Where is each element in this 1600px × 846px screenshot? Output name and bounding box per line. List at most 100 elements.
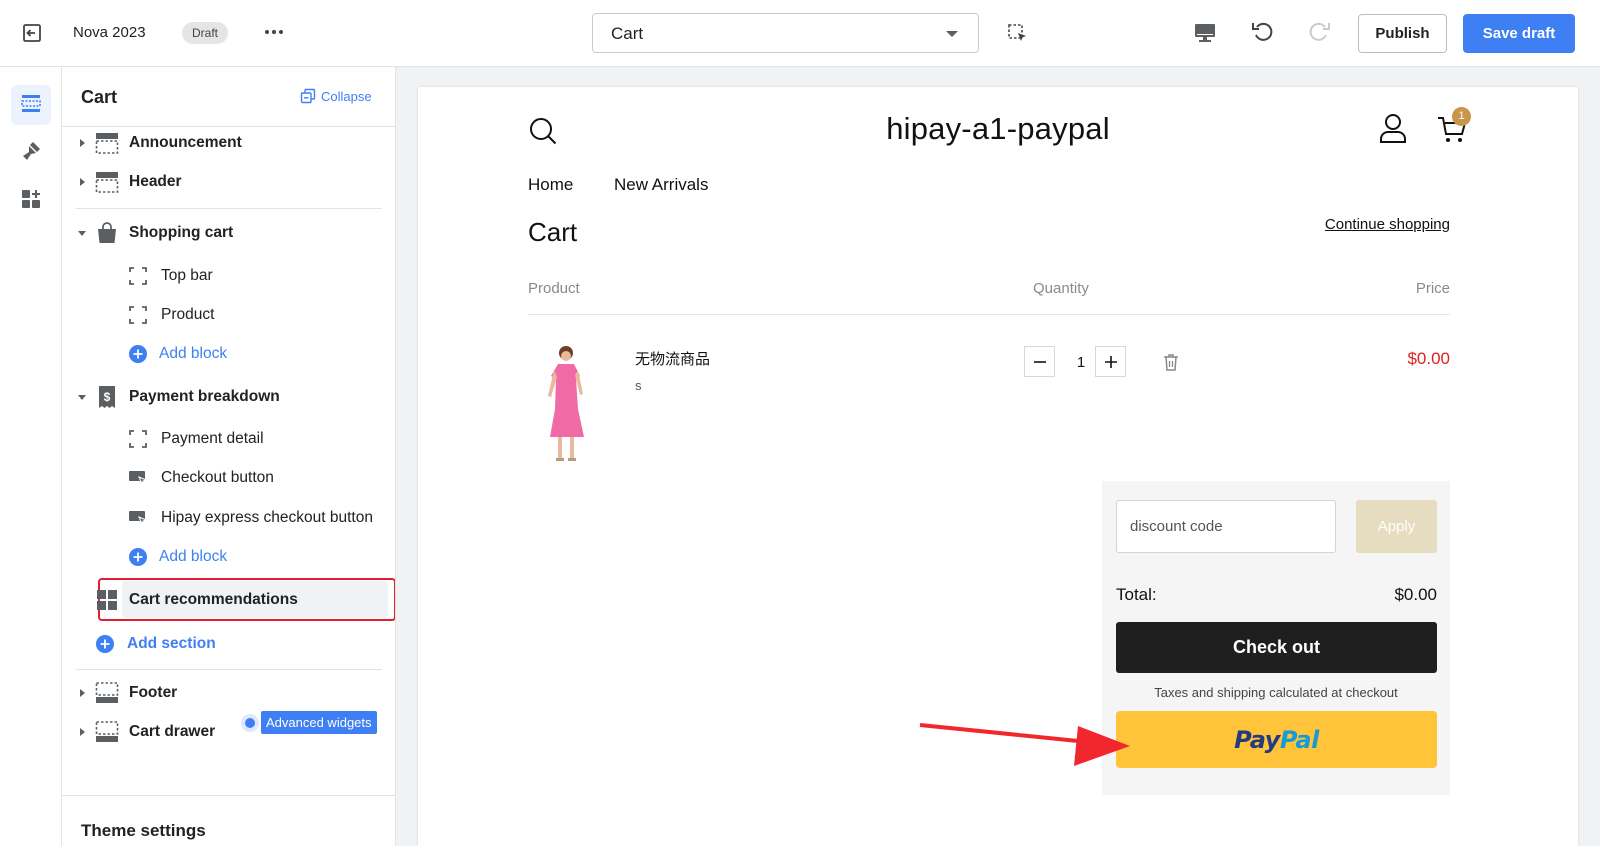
continue-shopping-link[interactable]: Continue shopping xyxy=(1325,216,1450,233)
block-label: Payment detail xyxy=(161,430,264,447)
chevron-right-icon xyxy=(80,178,85,186)
total-label: Total: xyxy=(1116,585,1157,604)
rail-sections[interactable] xyxy=(11,85,51,125)
section-label: Header xyxy=(129,173,182,190)
table-divider xyxy=(528,314,1450,315)
add-block-button[interactable]: Add block xyxy=(62,538,395,576)
button-block-icon xyxy=(129,511,148,526)
collapse-button[interactable]: Collapse xyxy=(300,88,372,104)
block-icon xyxy=(129,306,147,324)
rail-apps[interactable] xyxy=(11,181,51,221)
section-cart-recommendations[interactable]: Cart recommendations xyxy=(62,581,395,619)
cart-count-badge: 1 xyxy=(1452,107,1471,126)
add-block-label: Add block xyxy=(159,345,228,362)
theme-name: Nova 2023 xyxy=(73,24,146,41)
divider xyxy=(76,208,382,209)
add-block-button[interactable]: Add block xyxy=(62,335,395,373)
status-badge: Draft xyxy=(182,22,229,44)
block-top-bar[interactable]: Top bar xyxy=(62,257,395,295)
sections-panel: Cart Collapse Announcement Header Shoppi… xyxy=(62,67,396,846)
inspect-icon[interactable] xyxy=(1006,22,1030,46)
block-label: Checkout button xyxy=(161,469,274,486)
theme-settings-heading[interactable]: Theme settings xyxy=(81,821,206,841)
block-checkout-button[interactable]: Checkout button xyxy=(62,459,395,497)
paypal-logo-pal: Pal xyxy=(1279,725,1319,754)
section-cart-drawer[interactable]: Cart drawer xyxy=(62,713,395,751)
page-select-value: Cart xyxy=(611,24,644,43)
product-name[interactable]: 无物流商品 xyxy=(635,348,710,369)
panel-title: Cart xyxy=(81,87,118,107)
section-label: Footer xyxy=(129,684,178,701)
more-icon[interactable] xyxy=(262,20,286,44)
receipt-icon: $ xyxy=(99,386,115,408)
section-label: Shopping cart xyxy=(129,224,234,241)
add-section-button[interactable]: Add section xyxy=(62,625,395,663)
paint-brush-icon xyxy=(19,139,43,168)
publish-button[interactable]: Publish xyxy=(1358,14,1447,53)
paypal-button[interactable]: Pay Pal xyxy=(1116,711,1437,768)
column-product: Product xyxy=(528,280,580,297)
total-value: $0.00 xyxy=(1394,585,1437,604)
undo-icon[interactable] xyxy=(1250,19,1276,45)
svg-text:$: $ xyxy=(104,390,111,404)
sections-icon xyxy=(19,91,43,120)
chevron-right-icon xyxy=(80,689,85,697)
block-icon xyxy=(129,430,147,448)
block-label: Hipay express checkout button xyxy=(161,509,373,526)
rail-theme-settings[interactable] xyxy=(11,133,51,173)
grid-icon xyxy=(97,590,117,610)
quantity-value[interactable]: 1 xyxy=(1071,354,1091,371)
block-icon xyxy=(129,267,147,285)
panel-header: Cart Collapse xyxy=(62,67,395,127)
plus-circle-icon xyxy=(129,548,147,566)
cart-heading: Cart xyxy=(528,217,578,247)
announcement-icon xyxy=(95,133,119,154)
section-label: Payment breakdown xyxy=(129,388,280,405)
section-footer[interactable]: Footer xyxy=(62,674,395,712)
exit-icon[interactable] xyxy=(20,21,44,45)
button-block-icon xyxy=(129,471,148,486)
shopping-bag-icon xyxy=(98,222,116,243)
block-payment-detail[interactable]: Payment detail xyxy=(62,420,395,458)
column-quantity: Quantity xyxy=(1033,280,1089,297)
nav-link-new-arrivals[interactable]: New Arrivals xyxy=(614,175,708,195)
page-select[interactable]: Cart xyxy=(592,13,979,53)
item-price: $0.00 xyxy=(1407,349,1450,368)
divider xyxy=(76,669,382,670)
plus-circle-icon xyxy=(129,345,147,363)
discount-code-input[interactable] xyxy=(1116,500,1336,553)
annotation-arrow-icon xyxy=(919,723,1130,766)
add-section-label: Add section xyxy=(127,635,216,652)
section-shopping-cart[interactable]: Shopping cart xyxy=(62,214,395,252)
account-icon[interactable] xyxy=(1378,112,1408,144)
quantity-decrease-button[interactable] xyxy=(1024,346,1055,377)
icon-rail xyxy=(0,67,62,846)
column-price: Price xyxy=(1415,280,1450,297)
trash-icon[interactable] xyxy=(1162,352,1180,372)
nav-link-home[interactable]: Home xyxy=(528,175,573,195)
section-label: Cart drawer xyxy=(129,723,216,740)
header-icon xyxy=(95,172,119,193)
section-header[interactable]: Header xyxy=(62,163,395,201)
product-image[interactable] xyxy=(528,344,614,466)
desktop-icon[interactable] xyxy=(1192,20,1218,46)
section-announcement[interactable]: Announcement xyxy=(62,124,395,162)
quantity-increase-button[interactable] xyxy=(1095,346,1126,377)
checkout-button[interactable]: Check out xyxy=(1116,622,1437,673)
editor-topbar: Nova 2023 Draft Cart Publish Save draft xyxy=(0,0,1600,67)
add-block-label: Add block xyxy=(159,548,228,565)
collapse-label: Collapse xyxy=(321,88,372,104)
block-hipay-express-checkout-button[interactable]: Hipay express checkout button xyxy=(62,499,395,537)
plus-circle-icon xyxy=(96,635,114,653)
save-draft-button[interactable]: Save draft xyxy=(1463,14,1575,53)
cart-summary: Apply Total: $0.00 Check out Taxes and s… xyxy=(1102,481,1450,795)
block-product[interactable]: Product xyxy=(62,296,395,334)
chevron-down-icon xyxy=(946,31,958,37)
footer-icon xyxy=(95,682,119,703)
chevron-down-icon xyxy=(78,231,86,236)
apply-discount-button[interactable]: Apply xyxy=(1356,500,1437,553)
section-payment-breakdown[interactable]: $ Payment breakdown xyxy=(62,378,395,416)
section-label: Announcement xyxy=(129,134,242,151)
section-label: Cart recommendations xyxy=(129,591,298,608)
block-label: Product xyxy=(161,306,215,323)
